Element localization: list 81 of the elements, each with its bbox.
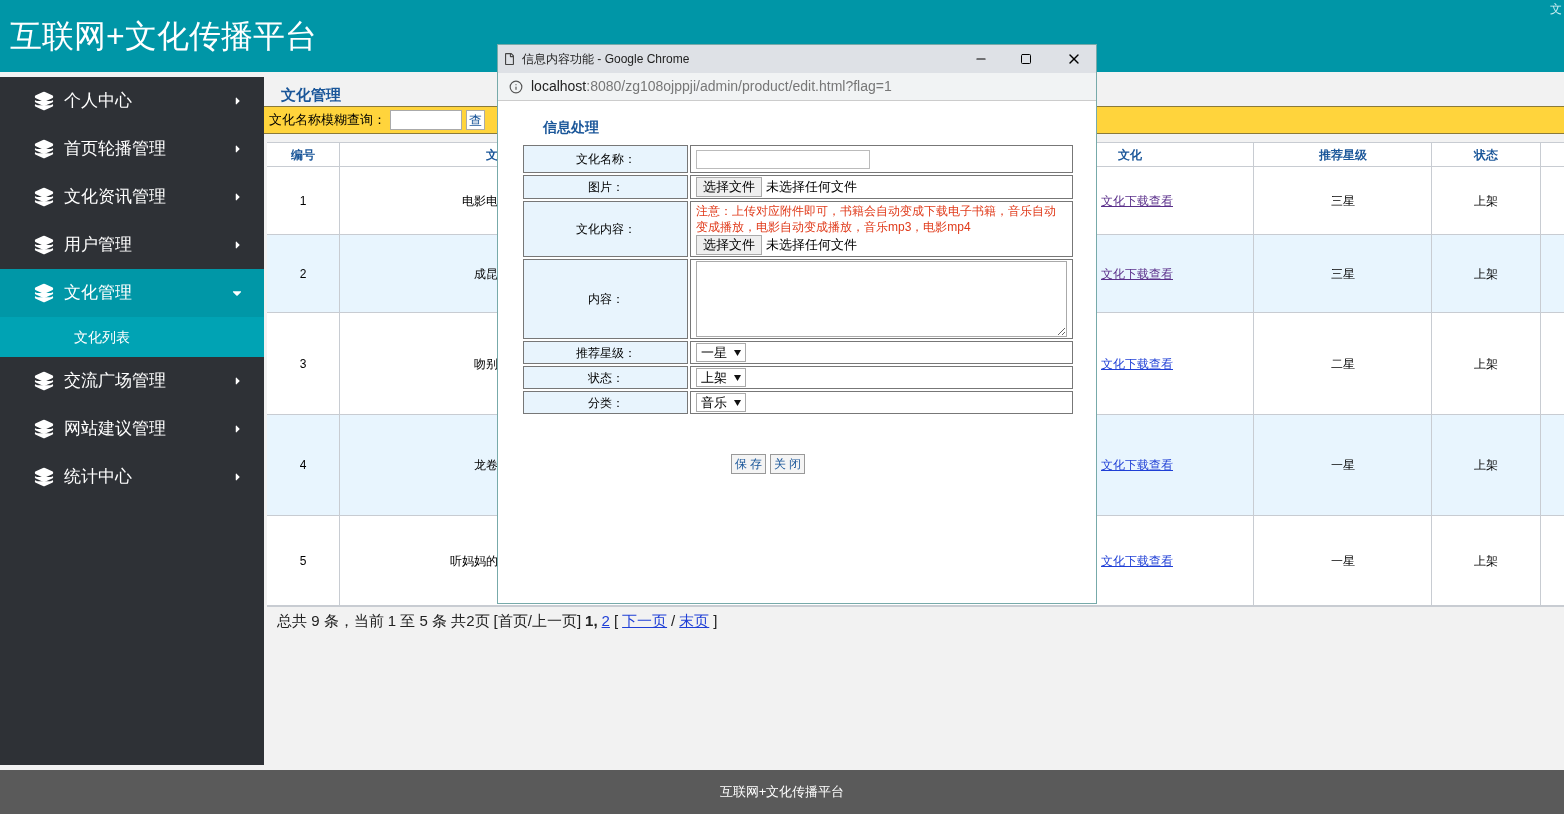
table-cell-text: 吻别 [473, 355, 498, 373]
table-cell: 上架 [1432, 516, 1541, 605]
search-button[interactable]: 查 [466, 110, 485, 130]
download-link[interactable]: 文化下载查看 [1101, 354, 1173, 373]
download-link[interactable]: 文化下载查看 [1101, 456, 1173, 474]
pager-text: [ [613, 611, 619, 631]
table-cell: 二星 [1254, 313, 1432, 414]
table-cell: 上架 [1432, 167, 1541, 234]
table-cell: 三星 [1254, 235, 1432, 312]
layers-icon [34, 187, 54, 207]
download-link[interactable]: 文化下载查看 [1101, 264, 1173, 283]
dropdown-arrow-icon [734, 399, 741, 406]
form-label: 推荐星级： [523, 341, 688, 364]
url-host: localhost [531, 77, 587, 96]
search-label: 文化名称模糊查询： [269, 111, 386, 130]
url-path: :8080/zg108ojppji/admin/product/edit.html?flag=1 [586, 77, 892, 96]
search-field[interactable] [390, 110, 462, 130]
form-label: 文化名称： [523, 145, 688, 173]
dropdown-arrow-icon [734, 349, 741, 356]
column-header: 推荐星级 [1254, 143, 1432, 166]
layers-icon [34, 371, 54, 391]
current-page: 1, [585, 611, 598, 631]
form-label: 状态： [523, 366, 688, 389]
pager-text: ] [713, 611, 718, 631]
pager-text: [首页/上一页] [493, 611, 582, 631]
footer-text: 互联网+文化传播平台 [719, 783, 845, 802]
text-field[interactable] [696, 149, 870, 169]
table-cell-text: 电影电 [461, 192, 498, 210]
column-header: 文 [485, 146, 498, 164]
layers-icon [34, 419, 54, 439]
layers-icon [34, 235, 54, 255]
table-cell: 1 [267, 167, 340, 234]
pager-text: 总共 9 条，当前 1 至 5 条 共2页 [277, 611, 490, 631]
column-header: 编号 [267, 143, 340, 166]
table-cell: 上架 [1432, 313, 1541, 414]
maximize-icon[interactable] [1020, 53, 1032, 65]
form-label: 内容： [523, 259, 688, 339]
site-title: 互联网+文化传播平台 [10, 17, 317, 56]
upload-note: 注意：上传对应附件即可，书籍会自动变成下载电子书籍，音乐自动变成播放，电影自动变成播放，音乐mp3，电影mp4 [696, 203, 1057, 235]
form-button[interactable]: 保 存 [730, 454, 766, 474]
dropdown[interactable]: 一星 [696, 343, 746, 362]
table-cell: 4 [267, 415, 340, 515]
dropdown[interactable]: 音乐 [696, 393, 746, 412]
page-title: 文化管理 [281, 84, 341, 105]
pager-link[interactable]: 下一页 [622, 610, 668, 633]
download-link[interactable]: 文化下载查看 [1101, 191, 1173, 210]
file-status: 未选择任何文件 [766, 236, 857, 255]
layers-icon [34, 91, 54, 111]
table-cell: 三星 [1254, 167, 1432, 234]
form-label: 图片： [523, 175, 688, 199]
popup-title: 信息内容功能 - Google Chrome [522, 51, 691, 68]
choose-file-button[interactable]: 选择文件 [696, 235, 762, 255]
file-status: 未选择任何文件 [766, 178, 857, 197]
layers-icon [34, 283, 54, 303]
form-label: 分类： [523, 391, 688, 414]
table-cell: 上架 [1432, 235, 1541, 312]
table-cell: 2 [267, 235, 340, 312]
form-button[interactable]: 关 闭 [770, 454, 806, 474]
column-header: 状态 [1432, 143, 1541, 166]
table-cell: 一星 [1254, 415, 1432, 515]
table-cell: 5 [267, 516, 340, 605]
pager-link[interactable]: 2 [601, 610, 610, 633]
form-heading: 信息处理 [543, 119, 599, 135]
table-cell-text: 听妈妈的 [449, 552, 498, 570]
table-cell: 一星 [1254, 516, 1432, 605]
table-cell-text: 龙卷 [473, 457, 498, 474]
pager-link[interactable]: 末页 [679, 610, 710, 633]
download-link[interactable]: 文化下载查看 [1101, 551, 1173, 570]
pager-text: / [671, 611, 676, 631]
table-cell: 3 [267, 313, 340, 414]
table-cell: 上架 [1432, 415, 1541, 515]
form-label: 文化内容： [523, 201, 688, 257]
page-icon [504, 53, 515, 65]
choose-file-button[interactable]: 选择文件 [696, 177, 762, 197]
layers-icon [34, 139, 54, 159]
sidebar-item[interactable]: 文化管理 [0, 269, 264, 317]
dropdown-arrow-icon [734, 374, 741, 381]
table-cell-text: 成昆 [473, 265, 498, 283]
dropdown[interactable]: 上架 [696, 368, 746, 387]
layers-icon [34, 467, 54, 487]
info-icon [509, 79, 523, 94]
